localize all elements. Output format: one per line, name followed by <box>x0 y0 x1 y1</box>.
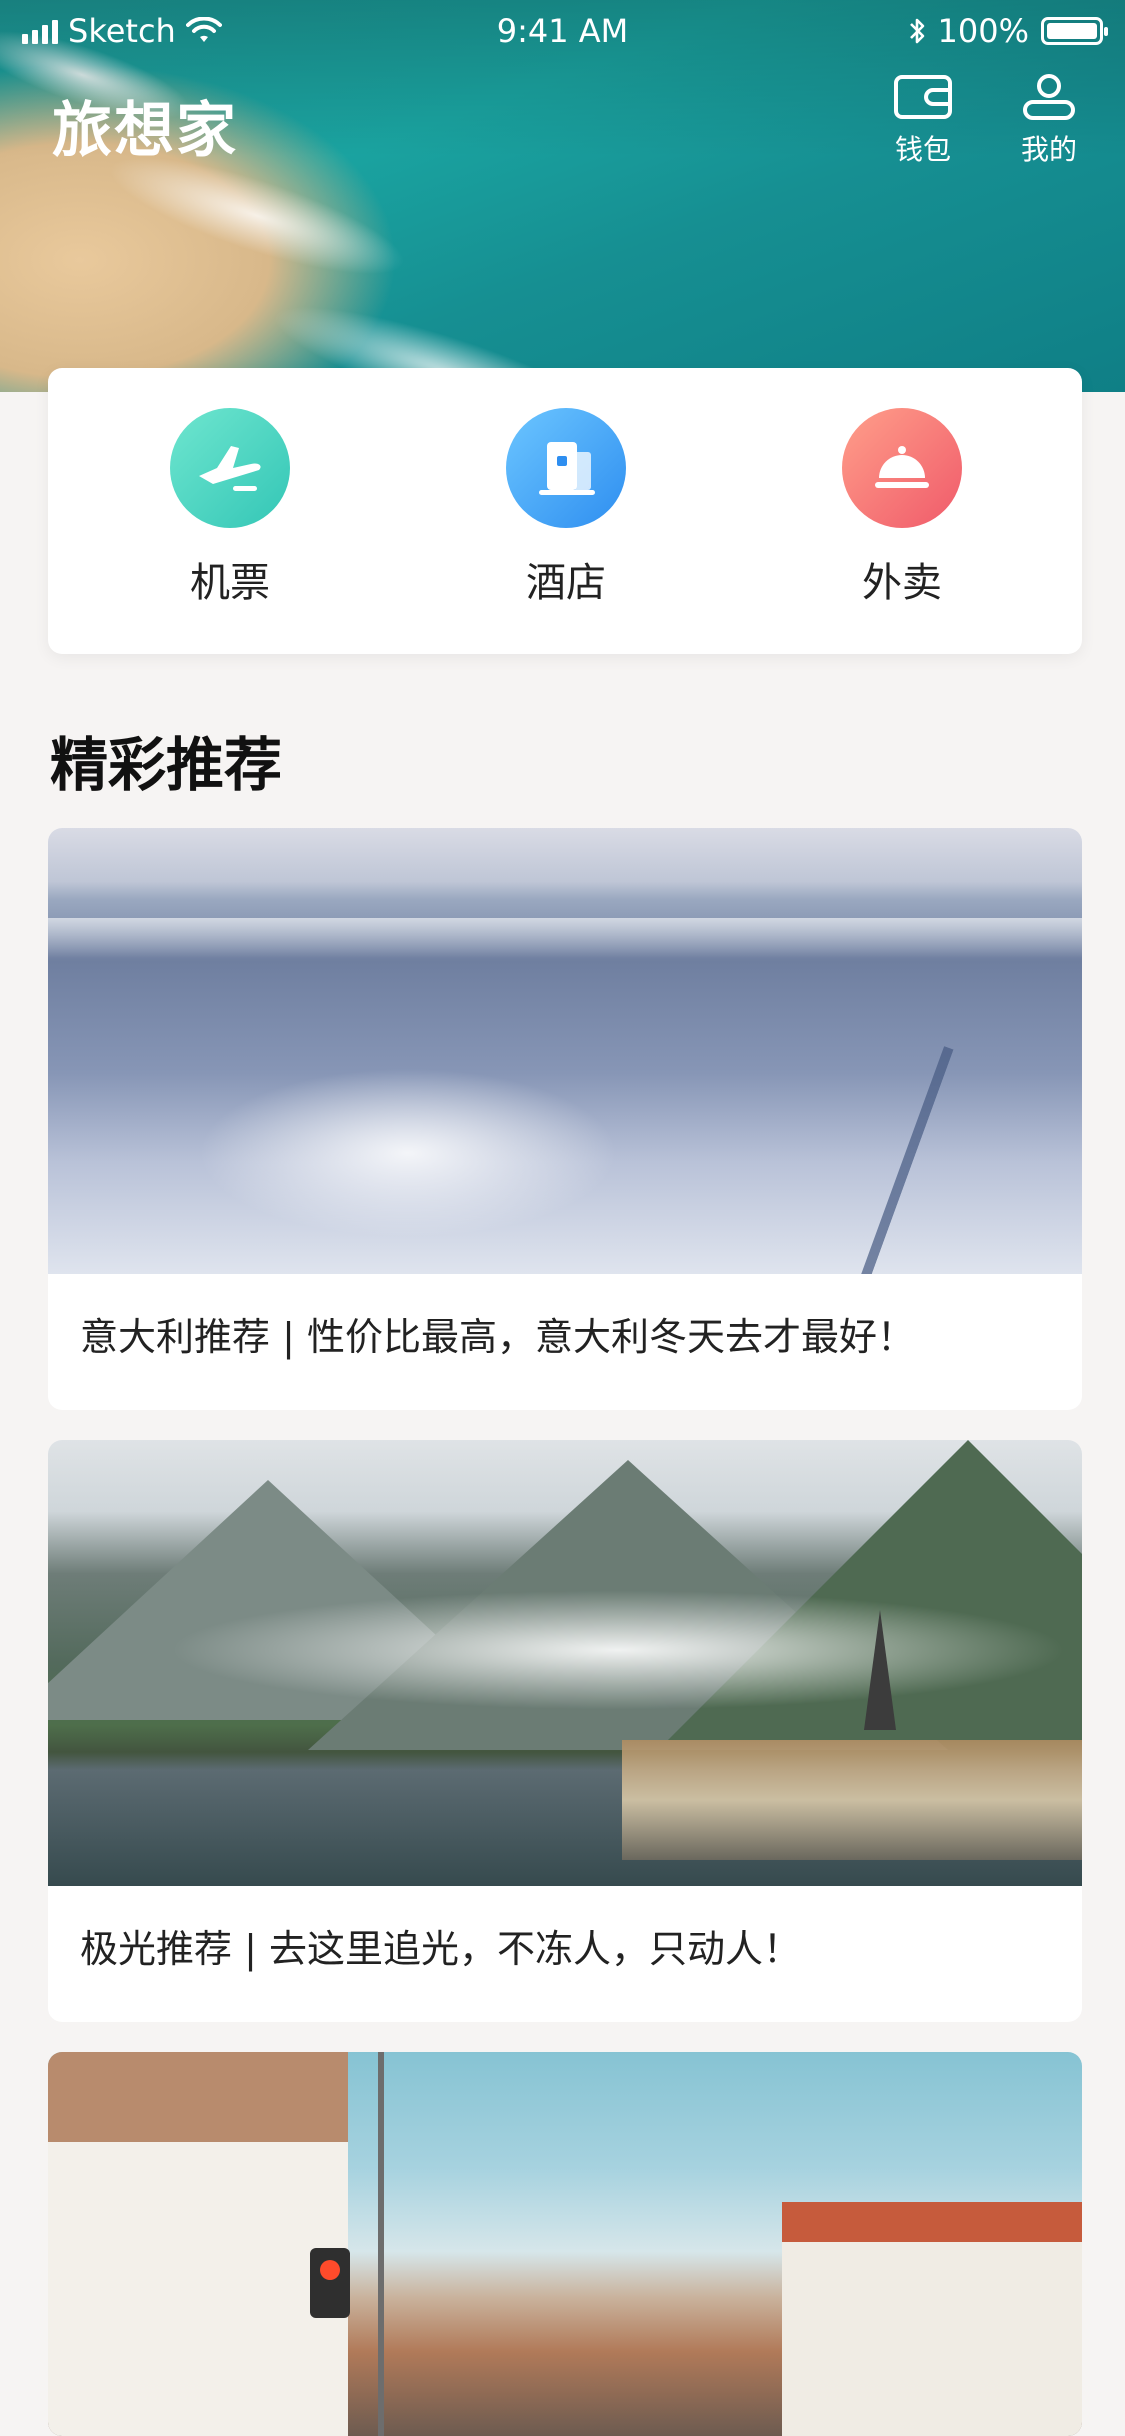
quick-label-takeout: 外卖 <box>862 560 942 606</box>
quick-item-flights[interactable]: 机票 <box>130 408 330 608</box>
victorian-house <box>48 2052 348 2436</box>
battery-icon <box>1041 17 1108 45</box>
hotel-icon <box>506 408 626 528</box>
profile-button[interactable]: 我的 <box>1004 72 1094 168</box>
recommendation-card-1[interactable]: 意大利推荐 | 性价比最高，意大利冬天去才最好！ <box>48 828 1082 1410</box>
lakeside-town <box>622 1740 1082 1860</box>
recommendation-card-2[interactable]: 极光推荐 | 去这里追光，不冻人，只动人！ <box>48 1440 1082 2022</box>
status-bar: Sketch 9:41 AM 100% <box>0 0 1125 62</box>
church-spire <box>864 1610 896 1730</box>
card-caption: 意大利推荐 | 性价比最高，意大利冬天去才最好！ <box>80 1315 915 1359</box>
bluetooth-icon <box>909 18 924 44</box>
section-title: 精彩推荐 <box>50 731 283 799</box>
airplane-icon <box>170 408 290 528</box>
quick-menu: 机票 酒店 外卖 <box>48 368 1082 654</box>
street-pole <box>378 2052 384 2436</box>
quick-item-hotel[interactable]: 酒店 <box>466 408 666 608</box>
card-caption: 极光推荐 | 去这里追光，不冻人，只动人！ <box>80 1927 801 1971</box>
wallet-label: 钱包 <box>894 133 951 166</box>
quick-label-hotel: 酒店 <box>526 560 606 606</box>
service-bell-icon <box>842 408 962 528</box>
wallet-button[interactable]: 钱包 <box>878 72 968 168</box>
wallet-icon <box>894 75 952 119</box>
profile-label: 我的 <box>1020 133 1077 166</box>
street-view-image <box>48 2052 1082 2436</box>
recommendation-card-3[interactable] <box>48 2052 1082 2436</box>
cloud-band <box>168 1590 1068 1710</box>
mountain-lake-image <box>48 1440 1082 1886</box>
app-title: 旅想家 <box>52 96 238 166</box>
battery-percent: 100% <box>937 12 1029 50</box>
quick-label-flights: 机票 <box>190 560 270 606</box>
town-roofs <box>782 2202 1082 2436</box>
user-icon <box>1023 74 1075 120</box>
quick-item-takeout[interactable]: 外卖 <box>802 408 1002 608</box>
snow-clearing <box>198 1068 618 1238</box>
snowy-forest-image <box>48 828 1082 1274</box>
status-right: 100% <box>908 12 1108 50</box>
traffic-light-icon <box>310 2248 350 2318</box>
